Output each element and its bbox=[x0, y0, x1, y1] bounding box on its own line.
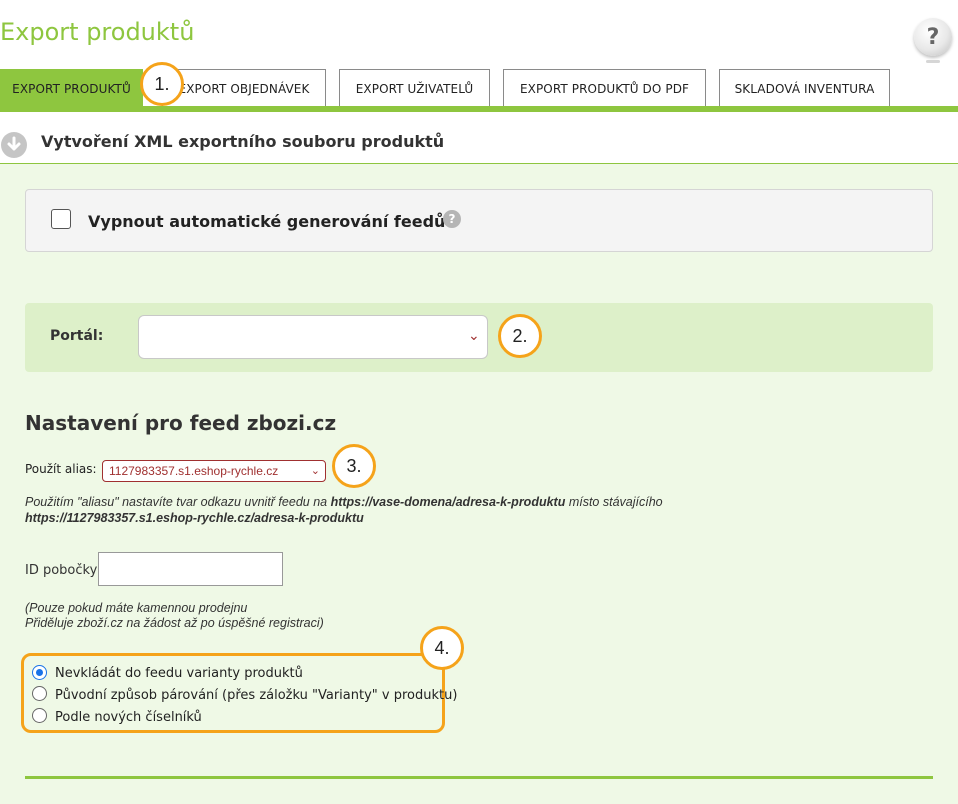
step-badge-2: 2. bbox=[498, 314, 542, 358]
alias-value: 1127983357.s1.eshop-rychle.cz bbox=[109, 464, 279, 478]
tab-export-produktu-pdf[interactable]: EXPORT PRODUKTŮ DO PDF bbox=[503, 69, 706, 107]
step-badge-3: 3. bbox=[332, 444, 376, 488]
branch-id-note: (Pouze pokud máte kamennou prodejnu Přid… bbox=[25, 601, 324, 631]
step-badge-1: 1. bbox=[140, 62, 184, 106]
portal-select[interactable] bbox=[138, 315, 488, 359]
variant-label-original: Původní způsob párování (přes záložku "V… bbox=[55, 688, 458, 703]
alias-note-text-2: místo stávajícího bbox=[568, 495, 663, 509]
branch-id-note-line-2: Přiděluje zboží.cz na žádost až po úspěš… bbox=[25, 616, 324, 630]
chevron-down-icon[interactable]: ⌄ bbox=[468, 328, 480, 344]
variant-label-new: Podle nových číselníků bbox=[55, 710, 202, 725]
portal-label: Portál: bbox=[50, 328, 104, 344]
variant-radio-none[interactable] bbox=[32, 665, 47, 680]
question-icon[interactable]: ? bbox=[443, 210, 461, 228]
alias-note-text: Použitím "aliasu" nastavíte tvar odkazu … bbox=[25, 495, 328, 509]
variant-radio-original[interactable] bbox=[32, 686, 47, 701]
tab-skladova-inventura[interactable]: SKLADOVÁ INVENTURA bbox=[719, 69, 890, 107]
arrow-down-icon[interactable] bbox=[1, 132, 27, 158]
bottom-divider bbox=[25, 776, 933, 779]
chevron-down-icon: ⌄ bbox=[310, 465, 320, 477]
auto-feed-label: Vypnout automatické generování feedů bbox=[88, 212, 446, 231]
page: Export produktů ? EXPORT PRODUKTŮ EXPORT… bbox=[0, 0, 958, 804]
page-title: Export produktů bbox=[0, 18, 195, 46]
help-icon[interactable]: ? bbox=[914, 18, 952, 63]
section-title: Vytvoření XML exportního souboru produkt… bbox=[41, 132, 445, 151]
variant-radio-new[interactable] bbox=[32, 708, 47, 723]
feed-heading: Nastavení pro feed zbozi.cz bbox=[25, 411, 337, 435]
branch-id-note-line-1: (Pouze pokud máte kamennou prodejnu bbox=[25, 601, 248, 615]
alias-select[interactable]: 1127983357.s1.eshop-rychle.cz ⌄ bbox=[102, 460, 326, 482]
auto-feed-checkbox[interactable] bbox=[51, 209, 71, 229]
tab-export-uzivatelu[interactable]: EXPORT UŽIVATELŮ bbox=[339, 69, 490, 107]
branch-id-label: ID pobočky bbox=[25, 563, 98, 578]
alias-note-link: https://vase-domena/adresa-k-produktu bbox=[330, 495, 566, 509]
alias-label: Použít alias: bbox=[25, 462, 97, 476]
alias-note-current-link: https://1127983357.s1.eshop-rychle.cz/ad… bbox=[25, 511, 364, 525]
branch-id-input[interactable] bbox=[98, 552, 283, 586]
tab-export-objednavek[interactable]: EXPORT OBJEDNÁVEK bbox=[162, 69, 326, 107]
tab-export-produktu[interactable]: EXPORT PRODUKTŮ bbox=[0, 69, 143, 107]
alias-note: Použitím "aliasu" nastavíte tvar odkazu … bbox=[25, 494, 945, 526]
step-badge-4: 4. bbox=[420, 626, 464, 670]
variant-label-none: Nevkládát do feedu varianty produktů bbox=[55, 666, 303, 681]
